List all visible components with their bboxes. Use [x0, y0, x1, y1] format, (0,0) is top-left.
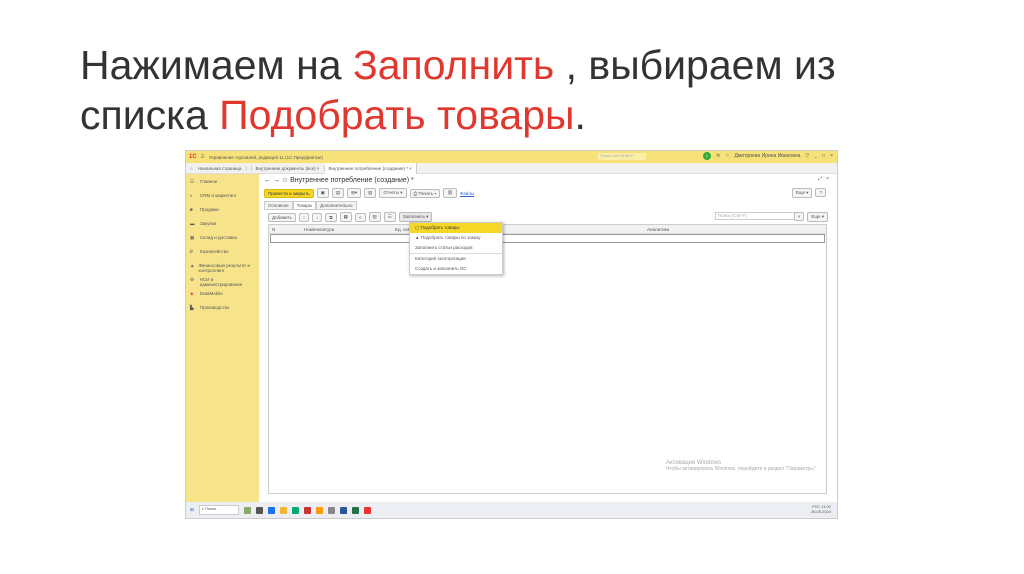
sidebar-item[interactable]: ▦ Склад и доставка [186, 233, 259, 247]
taskbar-app-icon[interactable] [315, 506, 323, 514]
star-icon[interactable]: ☆ [725, 153, 729, 159]
sidebar-item[interactable]: ☰ Главное [186, 177, 259, 191]
sidebar-item[interactable]: ◆ DataMobile [186, 289, 259, 303]
history-icon[interactable]: ⟲ [716, 153, 720, 159]
tab-consumption[interactable]: Внутреннее потребление (создание) * × [324, 162, 417, 174]
subtabs: Основное Товары Дополнительно [264, 201, 357, 210]
reports-button[interactable]: Отчеты ▾ [379, 188, 407, 198]
user-name[interactable]: Дмитриева Ирина Ивановна [735, 153, 801, 159]
taskbar-app-icon[interactable] [363, 506, 371, 514]
table-more-button[interactable]: Еще ▾ [807, 212, 828, 222]
move-down-icon[interactable]: ↓ [312, 212, 323, 222]
document-icon[interactable]: ▤ [331, 188, 345, 198]
system-tray-clock[interactable]: РУС 11:02 26.05.2024 [811, 504, 831, 514]
sidebar-item[interactable]: ▲ Финансовый результат и контроллинг [186, 261, 259, 275]
taskbar-app-icon[interactable] [327, 506, 335, 514]
grid-icon[interactable]: ▦ [339, 212, 352, 222]
col-analytics[interactable]: Аналитика [647, 227, 669, 232]
app-logo: 1С [189, 154, 197, 160]
subtab-main[interactable]: Основное [264, 201, 293, 210]
title-bar: 1С ☰ Управление торговлей, редакция 11 (… [186, 151, 837, 163]
sidebar-item[interactable]: ▙ Производство [186, 303, 259, 317]
col-n[interactable]: N [272, 227, 275, 232]
taskbar-app-icon[interactable] [267, 506, 275, 514]
table-toolbar: Добавить ↑ ↓ ⧉ ▦ < ▥ ☰ Заполнить ▾ [268, 212, 435, 222]
menu-item-select-by-order[interactable]: ▲ Подобрать товары по заказу [410, 233, 502, 243]
files-link[interactable]: Файлы [460, 191, 474, 196]
list-icon[interactable]: ☰ [383, 212, 396, 222]
copy-icon[interactable]: ⧉ [325, 212, 337, 222]
taskbar-app-icon[interactable] [351, 506, 359, 514]
tab-home[interactable]: ⌂ Начальная страница [186, 165, 252, 171]
taskbar-app-icon[interactable] [303, 506, 311, 514]
form-title: ← → ☆ Внутреннее потребление (создание) … [264, 177, 414, 184]
menu-icon[interactable]: ☰ [201, 154, 205, 160]
clear-search-icon[interactable]: × [793, 212, 805, 221]
taskbar: ⊞ ⌕ Поиск РУС 11:02 26.05.2024 [186, 502, 837, 518]
table-header: N Номенклатура Ед. изм. Аналитика [269, 225, 826, 234]
table-search-input[interactable]: Поиск (Ctrl+F) [715, 212, 803, 220]
add-button[interactable]: Добавить [268, 212, 296, 222]
link-icon[interactable]: ⛓ [443, 188, 457, 198]
help-button[interactable]: ? [815, 188, 826, 197]
minimize-button[interactable]: _ [814, 153, 817, 159]
windows-start-icon[interactable]: ⊞ [190, 507, 194, 513]
share-icon[interactable]: < [354, 212, 366, 222]
more-button[interactable]: Еще ▾ [791, 188, 813, 198]
table-more: × Еще ▾ [793, 212, 831, 222]
goods-table: N Номенклатура Ед. изм. Аналитика [268, 224, 827, 494]
taskbar-app-icon[interactable] [279, 506, 287, 514]
slide-title: Нажимаем на Заполнить , выбираем из спис… [80, 42, 836, 138]
global-search[interactable]: Поиск Ctrl+Shift+F [598, 153, 646, 160]
windows-activation-watermark: Активация Windows Чтобы активировать Wind… [665, 460, 817, 472]
attach-icon[interactable]: ▥ [364, 188, 377, 198]
form-more: Еще ▾? [791, 188, 829, 198]
col-nomenclature[interactable]: Номенклатура [304, 227, 334, 232]
window-title: Управление торговлей, редакция 11 (1С:Пр… [208, 154, 323, 160]
form-window-controls[interactable]: ⤢ ⋮ × [818, 176, 829, 182]
filter-icon[interactable]: ▽ [805, 153, 809, 159]
tab-internal-docs[interactable]: Внутренние документы (все) × [252, 165, 325, 171]
maximize-button[interactable]: □ [822, 153, 825, 159]
sidebar: ☰ Главное ◐ CRM и маркетинг ■ Продажи ▬ Заку… [186, 174, 259, 502]
post-close-button[interactable]: Провести и закрыть [264, 188, 314, 198]
notifications-icon[interactable]: 1 [702, 152, 711, 160]
taskbar-search[interactable]: ⌕ Поиск [198, 505, 239, 515]
save-icon[interactable]: ▣ [316, 188, 329, 198]
structure-icon[interactable]: ⊞▾ [347, 188, 362, 198]
print-button[interactable]: ⎙ Печать ▾ [409, 188, 441, 198]
move-up-icon[interactable]: ↑ [298, 212, 310, 222]
barcode-icon[interactable]: ▥ [368, 212, 381, 222]
taskbar-app-icon[interactable] [243, 506, 251, 514]
form-area: ← → ☆ Внутреннее потребление (создание) … [264, 174, 837, 502]
subtab-goods[interactable]: Товары [292, 201, 317, 210]
subtab-additional[interactable]: Дополнительно [316, 201, 357, 210]
menu-item-create-fill-os[interactable]: Создать и заполнить ОС [410, 264, 502, 274]
taskbar-app-icon[interactable] [291, 506, 299, 514]
sidebar-item[interactable]: ⚙ НСИ и администрирование [186, 275, 259, 289]
menu-item-fill-expenses[interactable]: Заполнить статьи расходов [410, 243, 502, 253]
tabs-bar: ⌂ Начальная страница Внутренние документ… [186, 162, 837, 174]
form-toolbar: Провести и закрыть ▣ ▤ ⊞▾ ▥ Отчеты ▾ ⎙ П… [264, 188, 474, 198]
fill-dropdown-menu: ▢ Подобрать товары ▲ Подобрать товары по… [409, 222, 503, 275]
taskbar-app-icon[interactable] [255, 506, 263, 514]
app-screenshot: 1С ☰ Управление торговлей, редакция 11 (… [185, 150, 838, 519]
close-button[interactable]: × [830, 153, 833, 159]
sidebar-item[interactable]: ▬ Закупки [186, 219, 259, 233]
sidebar-item[interactable]: ■ Продажи [186, 205, 259, 219]
sidebar-item[interactable]: ₽ Казначейство [186, 247, 259, 261]
menu-item-exploitation-category[interactable]: Категория эксплуатации [410, 254, 502, 264]
taskbar-app-icon[interactable] [339, 506, 347, 514]
fill-button[interactable]: Заполнить ▾ [398, 212, 433, 222]
sidebar-item[interactable]: ◐ CRM и маркетинг [186, 191, 259, 205]
table-row[interactable] [270, 234, 825, 243]
menu-item-select-goods[interactable]: ▢ Подобрать товары [410, 223, 502, 233]
